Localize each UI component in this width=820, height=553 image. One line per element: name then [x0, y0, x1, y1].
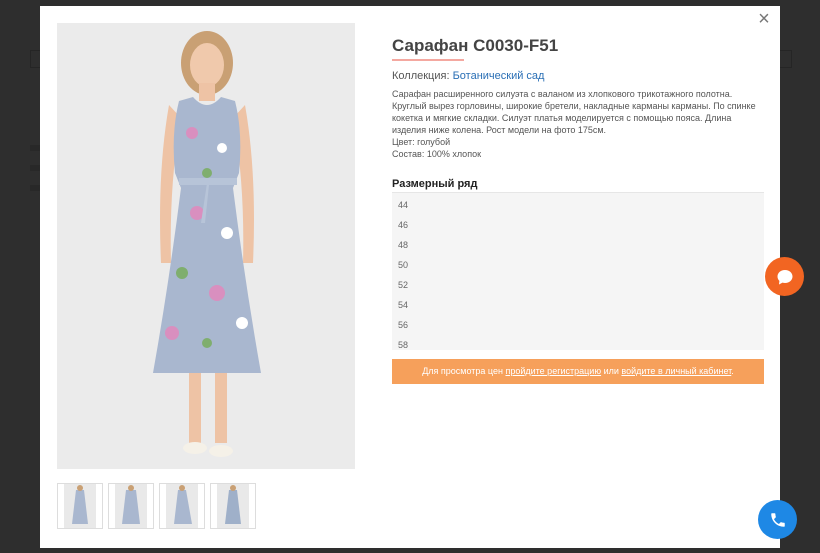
main-product-photo	[57, 23, 355, 469]
size-item: 56	[398, 320, 409, 330]
chat-button[interactable]	[765, 257, 804, 296]
thumbnail-2[interactable]	[108, 483, 154, 529]
product-info: Сарафан C0030-F51 Коллекция: Ботанически…	[392, 36, 764, 384]
thumbnail-strip	[57, 483, 256, 529]
size-item: 50	[398, 260, 409, 270]
phone-icon	[770, 512, 785, 527]
collection-line: Коллекция: Ботанический сад	[392, 70, 764, 82]
size-range-title: Размерный ряд	[392, 178, 478, 190]
size-item: 54	[398, 300, 409, 310]
size-item: 58	[398, 340, 409, 350]
collection-link[interactable]: Ботанический сад	[453, 70, 545, 82]
call-button[interactable]	[758, 500, 797, 539]
notice-suffix: .	[731, 366, 734, 376]
size-list: 44 46 48 50 52 54 56 58	[392, 192, 764, 350]
collection-label: Коллекция:	[392, 70, 450, 82]
product-quickview-modal: × Сарафан C0030-F51 Коллекция: Ботаничес…	[40, 6, 780, 548]
thumbnail-3[interactable]	[159, 483, 205, 529]
chat-icon	[777, 269, 792, 284]
title-underline	[392, 59, 464, 61]
color-text: Цвет: голубой	[392, 137, 451, 147]
size-item: 46	[398, 220, 409, 230]
notice-middle: или	[603, 366, 619, 376]
notice-prefix: Для просмотра цен	[422, 366, 503, 376]
product-title: Сарафан C0030-F51	[392, 36, 559, 55]
composition-text: Состав: 100% хлопок	[392, 149, 482, 159]
dress-photo	[57, 23, 355, 469]
size-item: 52	[398, 280, 409, 290]
close-icon: ×	[758, 8, 770, 30]
product-description: Сарафан расширенного силуэта с валаном и…	[392, 88, 764, 160]
size-item: 44	[398, 200, 409, 210]
close-button[interactable]: ×	[756, 9, 772, 29]
register-link[interactable]: пройдите регистрацию	[505, 366, 601, 376]
login-link[interactable]: войдите в личный кабинет	[621, 366, 731, 376]
description-text: Сарафан расширенного силуэта с валаном и…	[392, 89, 756, 135]
size-item: 48	[398, 240, 409, 250]
thumbnail-4[interactable]	[210, 483, 256, 529]
thumbnail-1[interactable]	[57, 483, 103, 529]
price-login-notice: Для просмотра цен пройдите регистрацию и…	[392, 359, 764, 384]
